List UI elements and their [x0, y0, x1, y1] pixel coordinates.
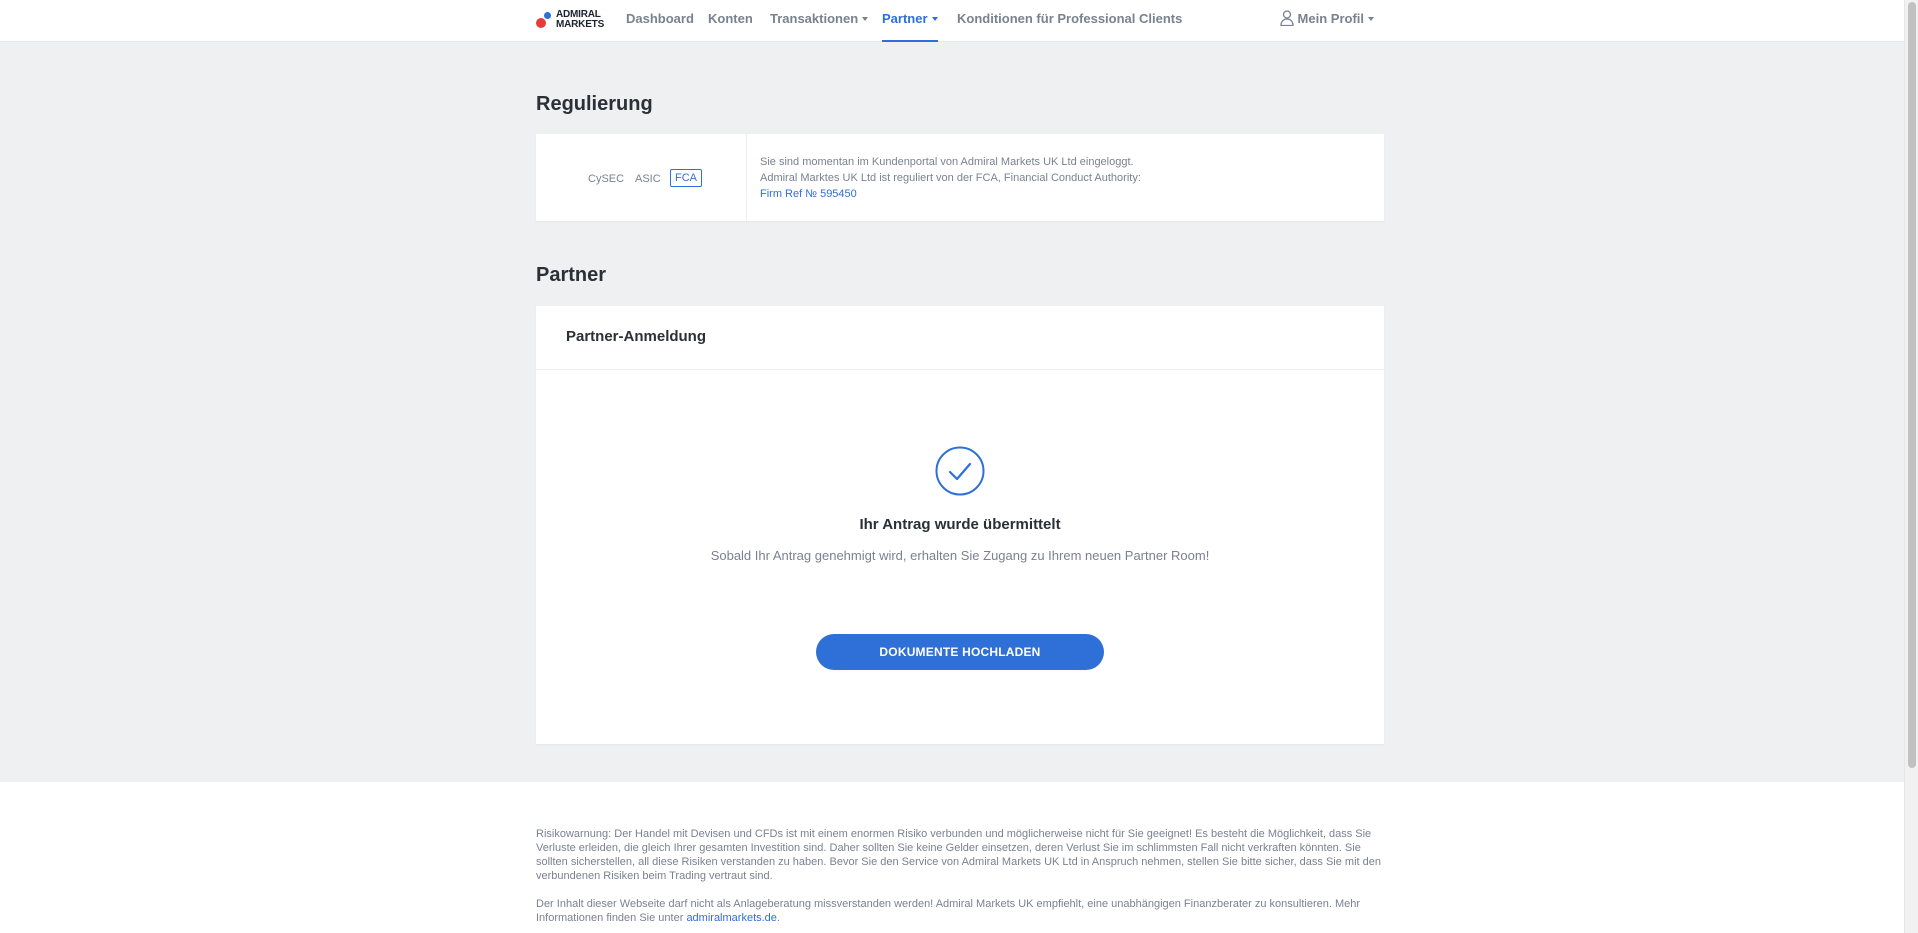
- profile-label: Mein Profil: [1297, 11, 1364, 26]
- success-title: Ihr Antrag wurde übermittelt: [859, 516, 1061, 533]
- footer: Risikowarnung: Der Handel mit Devisen un…: [0, 782, 1904, 933]
- profile-menu[interactable]: Mein Profil: [1279, 0, 1374, 42]
- risk-warning: Risikowarnung: Der Handel mit Devisen un…: [536, 828, 1381, 882]
- tab-fca[interactable]: FCA: [670, 169, 702, 187]
- partner-card-header: Partner-Anmeldung: [536, 306, 1384, 370]
- nav-item-professional-conditions[interactable]: Konditionen für Professional Clients: [957, 0, 1182, 42]
- logo-wordmark: ADMIRAL MARKETS: [556, 9, 605, 30]
- regulation-info: Sie sind momentan im Kundenportal von Ad…: [760, 154, 1141, 202]
- check-circle-icon: [935, 446, 985, 496]
- nav-item-transaktionen[interactable]: Transaktionen: [770, 0, 869, 42]
- firm-ref: Firm Ref № 595450: [760, 188, 857, 200]
- caret-down-icon: [1368, 17, 1374, 21]
- caret-down-icon: [931, 17, 938, 21]
- regulation-card: CySEC ASIC FCA Sie sind momentan im Kund…: [536, 134, 1384, 221]
- upload-documents-button[interactable]: DOKUMENTE HOCHLADEN: [816, 634, 1104, 670]
- caret-down-icon: [862, 17, 869, 21]
- nav-item-label: Konditionen für Professional Clients: [957, 11, 1183, 26]
- navbar-inner: ADMIRAL MARKETS Dashboard Konten Transak…: [536, 0, 1384, 42]
- partner-card-title: Partner-Anmeldung: [566, 328, 707, 345]
- logo-red-dot: [536, 18, 546, 28]
- regulation-line-1: Sie sind momentan im Kundenportal von Ad…: [760, 156, 1134, 168]
- nav-item-label: Dashboard: [626, 11, 694, 26]
- disclaimer-suffix: .: [776, 912, 780, 924]
- regulator-tabs: CySEC ASIC FCA: [536, 134, 747, 221]
- regulation-line-2: Admiral Marktes UK Ltd ist reguliert von…: [760, 172, 1141, 184]
- nav-item-label: Transaktionen: [770, 11, 859, 26]
- top-navbar: ADMIRAL MARKETS Dashboard Konten Transak…: [0, 0, 1904, 42]
- tab-asic[interactable]: ASIC: [635, 173, 661, 185]
- admiral-markets-logo[interactable]: ADMIRAL MARKETS: [536, 10, 606, 32]
- nav-item-label: Konten: [708, 11, 753, 26]
- regulation-title: Regulierung: [536, 93, 653, 115]
- nav-item-label: Partner: [882, 11, 928, 26]
- nav-item-partner[interactable]: Partner: [882, 0, 938, 42]
- logo-blue-dot: [544, 12, 551, 19]
- disclaimer-text: Der Inhalt dieser Webseite darf nicht al…: [536, 898, 1361, 924]
- tab-cysec[interactable]: CySEC: [588, 173, 624, 185]
- disclaimer: Der Inhalt dieser Webseite darf nicht al…: [536, 897, 1384, 925]
- page-scrollbar[interactable]: [1904, 0, 1918, 933]
- nav-item-konten[interactable]: Konten: [708, 0, 753, 42]
- scrollbar-thumb[interactable]: [1908, 2, 1916, 768]
- partner-title: Partner: [536, 264, 607, 286]
- admiralmarkets-link[interactable]: admiralmarkets.de: [686, 912, 776, 924]
- partner-card: Partner-Anmeldung Ihr Antrag wurde überm…: [536, 306, 1384, 744]
- user-icon: [1279, 10, 1294, 26]
- success-message: Sobald Ihr Antrag genehmigt wird, erhalt…: [710, 548, 1210, 563]
- nav-item-dashboard[interactable]: Dashboard: [626, 0, 694, 42]
